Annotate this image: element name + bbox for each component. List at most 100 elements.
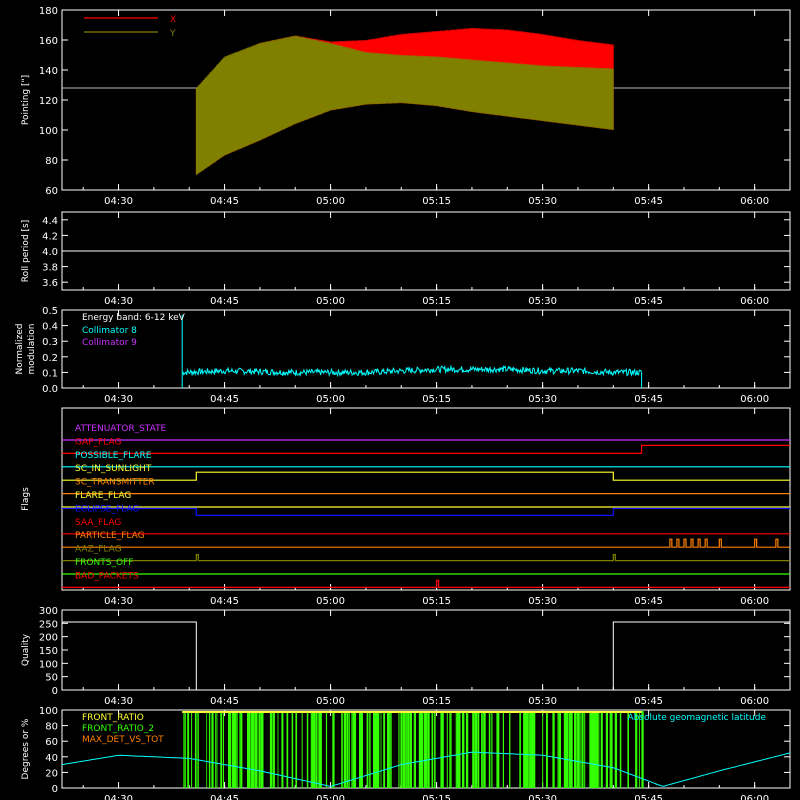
front-ratio-2-bar	[271, 711, 273, 788]
front-ratio-2-bar	[332, 711, 335, 788]
x-tick-label: 05:15	[422, 296, 451, 307]
front-ratio-2-bar	[348, 711, 350, 788]
front-ratio-2-bar	[341, 711, 343, 788]
front-ratio-2-bar	[450, 711, 452, 788]
x-tick-label: 04:30	[104, 196, 133, 207]
front-ratio-2-bar	[413, 711, 415, 788]
x-tick-label: 05:30	[528, 794, 557, 800]
front-ratio-2-bar	[353, 711, 357, 788]
y-tick-label: 50	[45, 673, 58, 684]
flag-sc-transmitter-label: SC_TRANSMITTER	[75, 478, 155, 488]
front-ratio-2-bar	[415, 711, 416, 788]
front-ratio-2-bar	[366, 711, 369, 788]
front-ratio-2-bar	[455, 711, 457, 788]
y-tick-label: 3.8	[42, 263, 58, 274]
front-ratio-2-bar	[407, 711, 410, 788]
panel-1-ylabel: Pointing ["]	[21, 75, 31, 125]
front-ratio-2-bar	[378, 711, 380, 788]
x-tick-label: 05:45	[634, 196, 663, 207]
front-ratio-2-bar	[421, 711, 424, 788]
flag-eclipse-flag-trace	[62, 507, 790, 516]
y-tick-label: 180	[39, 6, 58, 17]
front-ratio-2-bar	[211, 711, 214, 788]
legend-label-x: X	[170, 15, 176, 25]
front-ratio-2-bar	[254, 711, 256, 788]
x-tick-label: 05:00	[316, 794, 345, 800]
front-ratio-2-bar	[420, 711, 422, 788]
front-ratio-2-bar	[558, 711, 561, 788]
front-ratio-2-bar	[502, 711, 504, 788]
front-ratio-2-bar	[262, 711, 264, 788]
front-ratio-2-bar	[194, 711, 197, 788]
x-tick-label: 05:45	[634, 296, 663, 307]
front-ratio-2-bar	[528, 711, 530, 788]
front-ratio-2-bar	[236, 711, 238, 788]
front-ratio-2-bar	[441, 711, 444, 788]
front-ratio-2-bar	[580, 711, 582, 788]
front-ratio-2-bar	[390, 711, 392, 788]
x-tick-label: 05:30	[528, 696, 557, 707]
front-ratio-2-bar	[277, 711, 279, 788]
y-tick-label: 0.2	[42, 353, 58, 364]
front-ratio-2-bar	[449, 711, 451, 788]
front-ratio-2-bar	[533, 711, 536, 788]
front-ratio-2-bar	[476, 711, 477, 788]
flag-particle-flag-trace	[62, 538, 790, 548]
front-ratio-2-bar	[206, 711, 208, 788]
front-ratio-2-bar	[403, 711, 406, 788]
front-ratio-2-bar	[406, 711, 408, 788]
front-ratio-2-bar	[497, 711, 500, 788]
quality-series	[62, 621, 790, 691]
front-ratio-2-bar	[380, 711, 382, 788]
geomagnetic-latitude-label: Absolute geomagnetic latitude	[627, 713, 766, 723]
front-ratio-2-bar	[310, 711, 312, 788]
y-tick-label: 160	[39, 36, 58, 47]
front-ratio-2-bar	[619, 711, 622, 788]
front-ratio-2-bar	[483, 711, 486, 788]
flag-attenuator-state-label: ATTENUATOR_STATE	[75, 424, 167, 434]
front-ratio-2-bar	[208, 711, 211, 788]
front-ratio-2-bar	[261, 711, 263, 788]
x-tick-label: 06:00	[740, 794, 769, 800]
legend-collimator-8: Collimator 8	[82, 326, 137, 336]
front-ratio-2-bar	[600, 711, 603, 788]
front-ratio-2-bar	[187, 711, 190, 788]
y-tick-label: 100	[39, 659, 58, 670]
front-ratio-2-bar	[258, 711, 261, 788]
front-ratio-2-bar	[249, 711, 251, 788]
x-tick-label: 05:00	[316, 596, 345, 607]
energy-band-annotation: Energy band: 6-12 keV	[82, 313, 186, 323]
front-ratio-2-bar	[568, 711, 571, 788]
front-ratio-2-bars	[183, 711, 644, 788]
front-ratio-2-bar	[473, 711, 475, 788]
y-tick-label: 80	[45, 156, 58, 167]
front-ratio-2-bar	[184, 711, 186, 788]
x-tick-label: 05:15	[422, 596, 451, 607]
legend-front-ratio: FRONT_RATIO	[82, 713, 144, 723]
y-tick-label: 40	[45, 753, 58, 764]
panel-4-frame	[61, 407, 791, 591]
y-tick-label: 4.0	[42, 247, 58, 258]
x-tick-label: 05:45	[634, 794, 663, 800]
front-ratio-2-bar	[401, 711, 403, 788]
legend-max-det-vs-tot: MAX_DET_VS_TOT	[82, 735, 164, 745]
x-tick-label: 05:15	[422, 196, 451, 207]
panel-2-ylabel: Roll period [s]	[21, 220, 31, 282]
front-ratio-2-bar	[467, 711, 469, 788]
x-tick-label: 05:15	[422, 794, 451, 800]
panel-3-ylabel: modulation	[27, 324, 37, 375]
flag-sc-in-sunlight-label: SC_IN_SUNLIGHT	[75, 464, 152, 474]
front-ratio-2-bar	[477, 711, 480, 788]
flag-flare-flag-label: FLARE_FLAG	[75, 491, 131, 501]
x-tick-label: 04:45	[210, 596, 239, 607]
front-ratio-2-bar	[255, 711, 258, 788]
front-ratio-2-bar	[491, 711, 493, 788]
front-ratio-2-bar	[197, 711, 199, 788]
x-tick-label: 05:30	[528, 394, 557, 405]
y-tick-label: 0.5	[42, 306, 58, 317]
front-ratio-2-bar	[399, 711, 401, 788]
x-tick-label: 05:30	[528, 196, 557, 207]
front-ratio-2-bar	[301, 711, 303, 788]
y-tick-label: 250	[39, 619, 58, 630]
front-ratio-2-bar	[557, 711, 559, 788]
